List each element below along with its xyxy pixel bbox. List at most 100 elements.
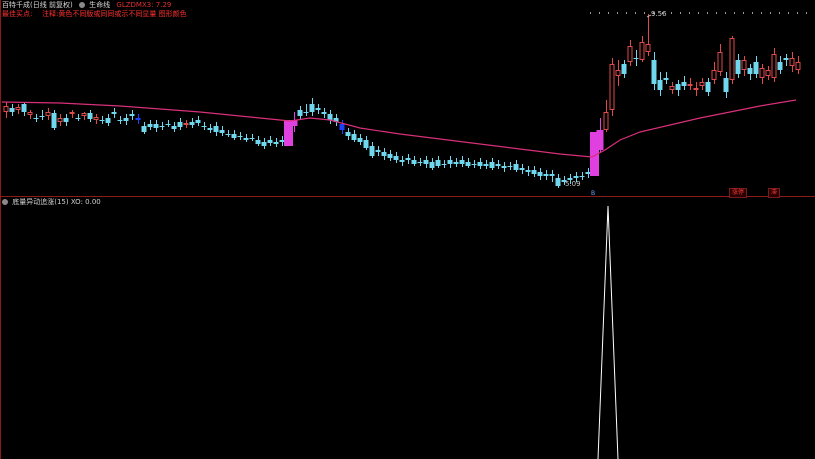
top-tick-mark	[671, 12, 672, 14]
life-line-ma	[1, 99, 797, 158]
candle-body	[777, 62, 783, 70]
candle-body	[459, 160, 465, 164]
candle-body	[279, 140, 285, 142]
candle-body	[627, 46, 633, 62]
candle-body	[45, 112, 51, 116]
candle-body	[687, 84, 693, 86]
top-tick-mark	[707, 12, 708, 14]
candle-body	[711, 70, 717, 80]
candle-body	[243, 138, 249, 140]
candle-body	[357, 138, 363, 142]
candle-body	[603, 112, 609, 130]
top-tick-mark	[689, 12, 690, 14]
candle-body	[87, 113, 93, 119]
candle-body	[351, 134, 357, 140]
candle-body	[129, 114, 135, 116]
candle-body	[255, 140, 261, 144]
candle-body	[765, 70, 771, 76]
candle-body	[189, 122, 195, 125]
candle-body	[153, 124, 159, 128]
volume-spike	[597, 205, 619, 459]
indicator-name[interactable]: 生命线	[89, 1, 110, 9]
candle-body	[159, 126, 165, 127]
candle-body	[75, 118, 81, 119]
candle-body	[105, 118, 111, 123]
candle-body	[645, 44, 651, 52]
candle-body	[9, 108, 15, 112]
low-price-label: 5.09	[565, 180, 581, 188]
candle-body	[33, 118, 39, 119]
candle-body	[387, 154, 393, 158]
candle-body	[771, 54, 777, 78]
candle-body	[555, 178, 561, 186]
indicator-value: GLZDMX3: 7.29	[116, 1, 172, 9]
limit-up-badge: 涨停	[729, 188, 748, 198]
candle-body	[225, 134, 231, 135]
candle-body	[339, 124, 345, 130]
candle-body	[411, 160, 417, 164]
candle-body	[429, 162, 435, 168]
sub-panel-header: 底量异动追涨(15) XO: 0.00	[2, 198, 101, 207]
candle-body	[27, 112, 33, 115]
main-price-chart[interactable]	[0, 0, 815, 459]
candle-body	[699, 82, 705, 86]
candle-body	[237, 136, 243, 137]
candle-body	[729, 38, 735, 80]
buy-signal-tag: B	[591, 190, 596, 197]
candle-body	[321, 112, 327, 114]
candle-body	[249, 138, 255, 139]
buy-note-row: 最佳买点:	[2, 10, 32, 19]
top-tick-mark	[779, 12, 780, 14]
candle-body	[39, 116, 45, 117]
candle-body	[267, 140, 273, 143]
top-tick-mark	[752, 12, 753, 14]
candle-body	[453, 162, 459, 164]
stock-chart-window: 百特千成(日线 前复权) 生命线 GLZDMX3: 7.29 最佳买点: 注释:…	[0, 0, 815, 459]
candle-body	[423, 160, 429, 164]
candle-body	[663, 78, 669, 80]
candle-body	[327, 114, 333, 120]
candle-body	[363, 140, 369, 148]
candle-body	[345, 132, 351, 136]
candle-body	[609, 64, 615, 110]
candle-body	[177, 122, 183, 127]
candle-body	[651, 60, 657, 84]
stock-title[interactable]: 百特千成(日线 前复权)	[2, 1, 73, 9]
candle-body	[501, 166, 507, 168]
candle-body	[183, 123, 189, 125]
circle-icon	[2, 199, 8, 205]
candle-body	[123, 118, 129, 121]
sub-panel-title[interactable]: 底量异动追涨(15) XO: 0.00	[12, 198, 101, 206]
candle-body	[705, 82, 711, 92]
candle-body	[51, 113, 57, 128]
top-tick-mark	[599, 12, 600, 14]
chart-header: 百特千成(日线 前复权) 生命线 GLZDMX3: 7.29	[2, 1, 171, 10]
candle-body	[549, 174, 555, 176]
candle-body	[165, 124, 171, 125]
candle-body	[261, 142, 267, 146]
candle-body	[15, 107, 21, 110]
top-tick-mark	[788, 12, 789, 14]
candle-body	[759, 68, 765, 78]
candle-body	[795, 62, 801, 70]
candle-body	[447, 160, 453, 164]
signal-bar	[284, 120, 293, 146]
candle-body	[519, 168, 525, 170]
candle-body	[543, 174, 549, 176]
top-tick-mark	[761, 12, 762, 14]
top-tick-mark	[617, 12, 618, 14]
candle-body	[465, 162, 471, 166]
candle-body	[417, 162, 423, 163]
candle-body	[741, 60, 747, 70]
top-tick-mark	[716, 12, 717, 14]
notice-row: 注释:黄色不同版或同同或示不同显量 图形颜色	[42, 10, 187, 19]
top-tick-mark	[680, 12, 681, 14]
top-tick-mark	[626, 12, 627, 14]
candle-body	[669, 86, 675, 90]
candle-body	[747, 68, 753, 74]
candle-body	[657, 80, 663, 90]
top-tick-mark	[698, 12, 699, 14]
top-tick-mark	[806, 12, 807, 14]
candle-body	[381, 152, 387, 156]
top-tick-mark	[770, 12, 771, 14]
